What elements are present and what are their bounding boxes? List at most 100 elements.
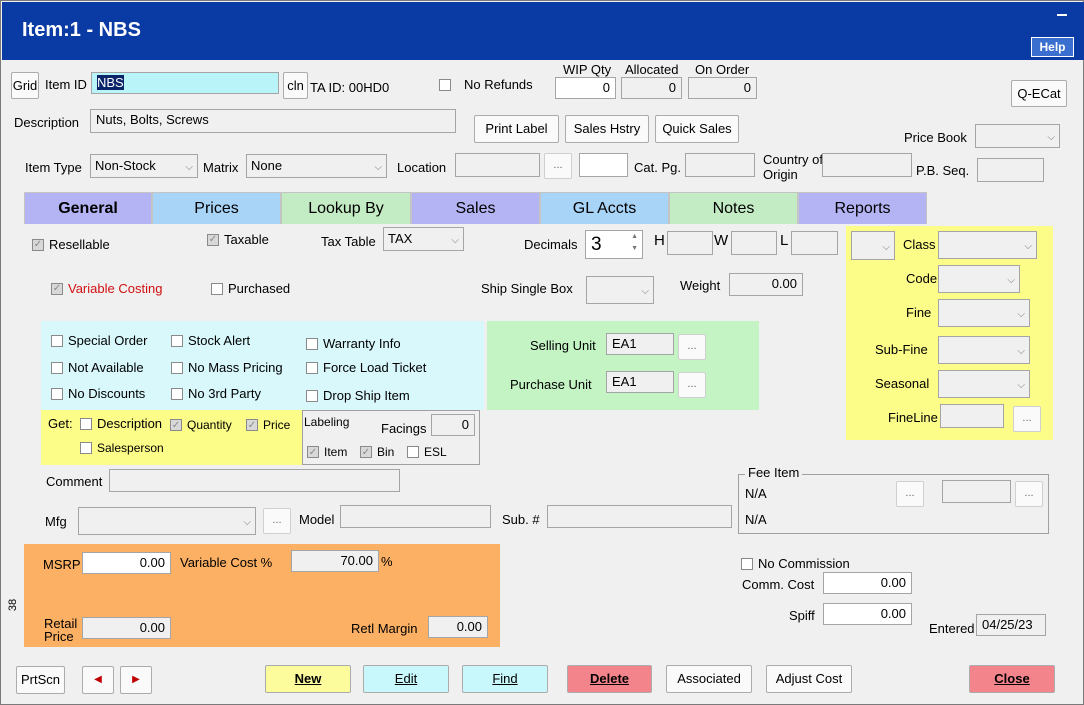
description-input[interactable]: Nuts, Bolts, Screws <box>90 109 456 133</box>
w-label: W <box>714 232 729 249</box>
wip-qty-field[interactable]: 0 <box>555 77 616 99</box>
sub-number-input[interactable] <box>547 505 732 528</box>
adjust-cost-button[interactable]: Adjust Cost <box>766 665 852 693</box>
delete-button[interactable]: Delete <box>567 665 652 693</box>
get-quantity-checkbox[interactable]: ✓ Quantity <box>170 418 232 432</box>
variable-costing-checkbox[interactable]: ✓ Variable Costing <box>51 281 162 296</box>
tab-general[interactable]: General <box>24 192 152 224</box>
close-button[interactable]: Close <box>969 665 1055 693</box>
print-label-button[interactable]: Print Label <box>474 115 559 143</box>
facings-input[interactable]: 0 <box>431 414 475 436</box>
decimals-stepper[interactable]: 3 ▲ ▼ <box>585 230 643 259</box>
msrp-input[interactable]: 0.00 <box>82 552 171 574</box>
length-input[interactable] <box>791 231 838 255</box>
print-screen-button[interactable]: PrtScn <box>16 666 65 694</box>
q-ecat-button[interactable]: Q-ECat <box>1011 80 1067 107</box>
no-discounts-checkbox[interactable]: No Discounts <box>51 386 145 401</box>
height-input[interactable] <box>667 231 713 255</box>
stock-alert-checkbox[interactable]: Stock Alert <box>171 333 250 348</box>
warranty-info-checkbox[interactable]: Warranty Info <box>306 336 401 351</box>
minimize-button[interactable] <box>1057 14 1067 16</box>
comment-input[interactable] <box>109 469 400 492</box>
taxable-checkbox[interactable]: ✓ Taxable <box>207 232 269 247</box>
purchase-unit-lookup-button[interactable]: ... <box>678 372 706 398</box>
retail-price-input[interactable]: 0.00 <box>82 617 171 639</box>
no-refunds-checkbox[interactable]: No Refunds <box>439 77 533 92</box>
retl-margin-input[interactable]: 0.00 <box>428 616 488 638</box>
special-order-checkbox[interactable]: Special Order <box>51 333 147 348</box>
resellable-checkbox[interactable]: ✓ Resellable <box>32 237 110 252</box>
ship-single-box-dropdown[interactable]: ⌵ <box>586 276 654 304</box>
tab-reports[interactable]: Reports <box>798 192 927 224</box>
fine-dropdown[interactable]: ⌵ <box>938 299 1030 327</box>
no-3rd-party-checkbox[interactable]: No 3rd Party <box>171 386 261 401</box>
mfg-lookup-button[interactable]: ... <box>263 508 291 534</box>
label-bin-checkbox[interactable]: ✓ Bin <box>360 445 394 459</box>
previous-record-button[interactable]: ◀ <box>82 666 114 694</box>
purchase-unit-input[interactable]: EA1 <box>606 371 674 393</box>
label-esl-checkbox[interactable]: ESL <box>407 445 447 459</box>
country-label-line2: Origin <box>763 167 798 182</box>
sub-fine-dropdown[interactable]: ⌵ <box>938 336 1030 364</box>
tab-prices[interactable]: Prices <box>152 192 281 224</box>
code-dropdown[interactable]: ⌵ <box>938 265 1020 293</box>
selling-unit-input[interactable]: EA1 <box>606 333 674 355</box>
cln-button[interactable]: cln <box>283 72 308 99</box>
get-salesperson-checkbox[interactable]: Salesperson <box>80 441 164 455</box>
check-icon: ✓ <box>360 446 372 458</box>
item-id-input[interactable]: NBS <box>91 72 279 94</box>
fee-item-lookup-button[interactable]: ... <box>896 481 924 507</box>
no-mass-pricing-checkbox[interactable]: No Mass Pricing <box>171 360 283 375</box>
price-book-dropdown[interactable]: ⌵ <box>975 124 1060 148</box>
cat-pg-input[interactable] <box>685 153 755 177</box>
item-type-dropdown[interactable]: Non-Stock ⌵ <box>90 154 198 178</box>
next-record-button[interactable]: ▶ <box>120 666 152 694</box>
pb-seq-input[interactable] <box>977 158 1044 182</box>
not-available-checkbox[interactable]: Not Available <box>51 360 144 375</box>
tab-lookup-by[interactable]: Lookup By <box>281 192 411 224</box>
help-button[interactable]: Help <box>1031 37 1074 57</box>
tab-sales[interactable]: Sales <box>411 192 540 224</box>
fee-item-lookup-button-2[interactable]: ... <box>1015 481 1043 507</box>
quick-sales-button[interactable]: Quick Sales <box>655 115 739 143</box>
fineline-input[interactable] <box>940 404 1004 428</box>
model-input[interactable] <box>340 505 491 528</box>
tab-gl-accts[interactable]: GL Accts <box>540 192 669 224</box>
fineline-lookup-button[interactable]: ... <box>1013 406 1041 432</box>
tax-table-dropdown[interactable]: TAX ⌵ <box>383 227 464 251</box>
no-commission-checkbox[interactable]: No Commission <box>741 556 850 571</box>
associated-button[interactable]: Associated <box>666 665 752 693</box>
grid-button[interactable]: Grid <box>11 72 39 99</box>
location-input[interactable] <box>455 153 540 177</box>
matrix-dropdown[interactable]: None ⌵ <box>246 154 387 178</box>
class-prefix-dropdown[interactable]: ⌵ <box>851 231 895 260</box>
weight-input[interactable]: 0.00 <box>729 273 803 296</box>
variable-cost-input[interactable]: 70.00 <box>291 550 379 572</box>
class-dropdown[interactable]: ⌵ <box>938 231 1037 259</box>
label-item-checkbox[interactable]: ✓ Item <box>307 445 347 459</box>
tab-notes[interactable]: Notes <box>669 192 798 224</box>
ship-single-box-label: Ship Single Box <box>481 281 573 296</box>
width-input[interactable] <box>731 231 777 255</box>
drop-ship-item-checkbox[interactable]: Drop Ship Item <box>306 388 410 403</box>
purchased-checkbox[interactable]: Purchased <box>211 281 290 296</box>
spiff-input[interactable]: 0.00 <box>823 603 912 625</box>
new-button[interactable]: New <box>265 665 351 693</box>
get-price-checkbox[interactable]: ✓ Price <box>246 418 290 432</box>
location-extra-input[interactable] <box>579 153 628 177</box>
fee-item-value-2: N/A <box>745 512 767 527</box>
checkbox-icon <box>211 282 223 295</box>
seasonal-dropdown[interactable]: ⌵ <box>938 370 1030 398</box>
country-of-origin-input[interactable] <box>822 153 912 177</box>
sales-history-button[interactable]: Sales Hstry <box>565 115 649 143</box>
selling-unit-lookup-button[interactable]: ... <box>678 334 706 360</box>
find-button[interactable]: Find <box>462 665 548 693</box>
comm-cost-input[interactable]: 0.00 <box>823 572 912 594</box>
chevron-down-icon: ⌵ <box>1017 346 1025 357</box>
get-description-checkbox[interactable]: Description <box>80 416 162 431</box>
mfg-dropdown[interactable]: ⌵ <box>78 507 256 535</box>
fee-item-input[interactable] <box>942 480 1011 503</box>
force-load-ticket-checkbox[interactable]: Force Load Ticket <box>306 360 426 375</box>
edit-button[interactable]: Edit <box>363 665 449 693</box>
location-lookup-button[interactable]: ... <box>544 153 572 179</box>
